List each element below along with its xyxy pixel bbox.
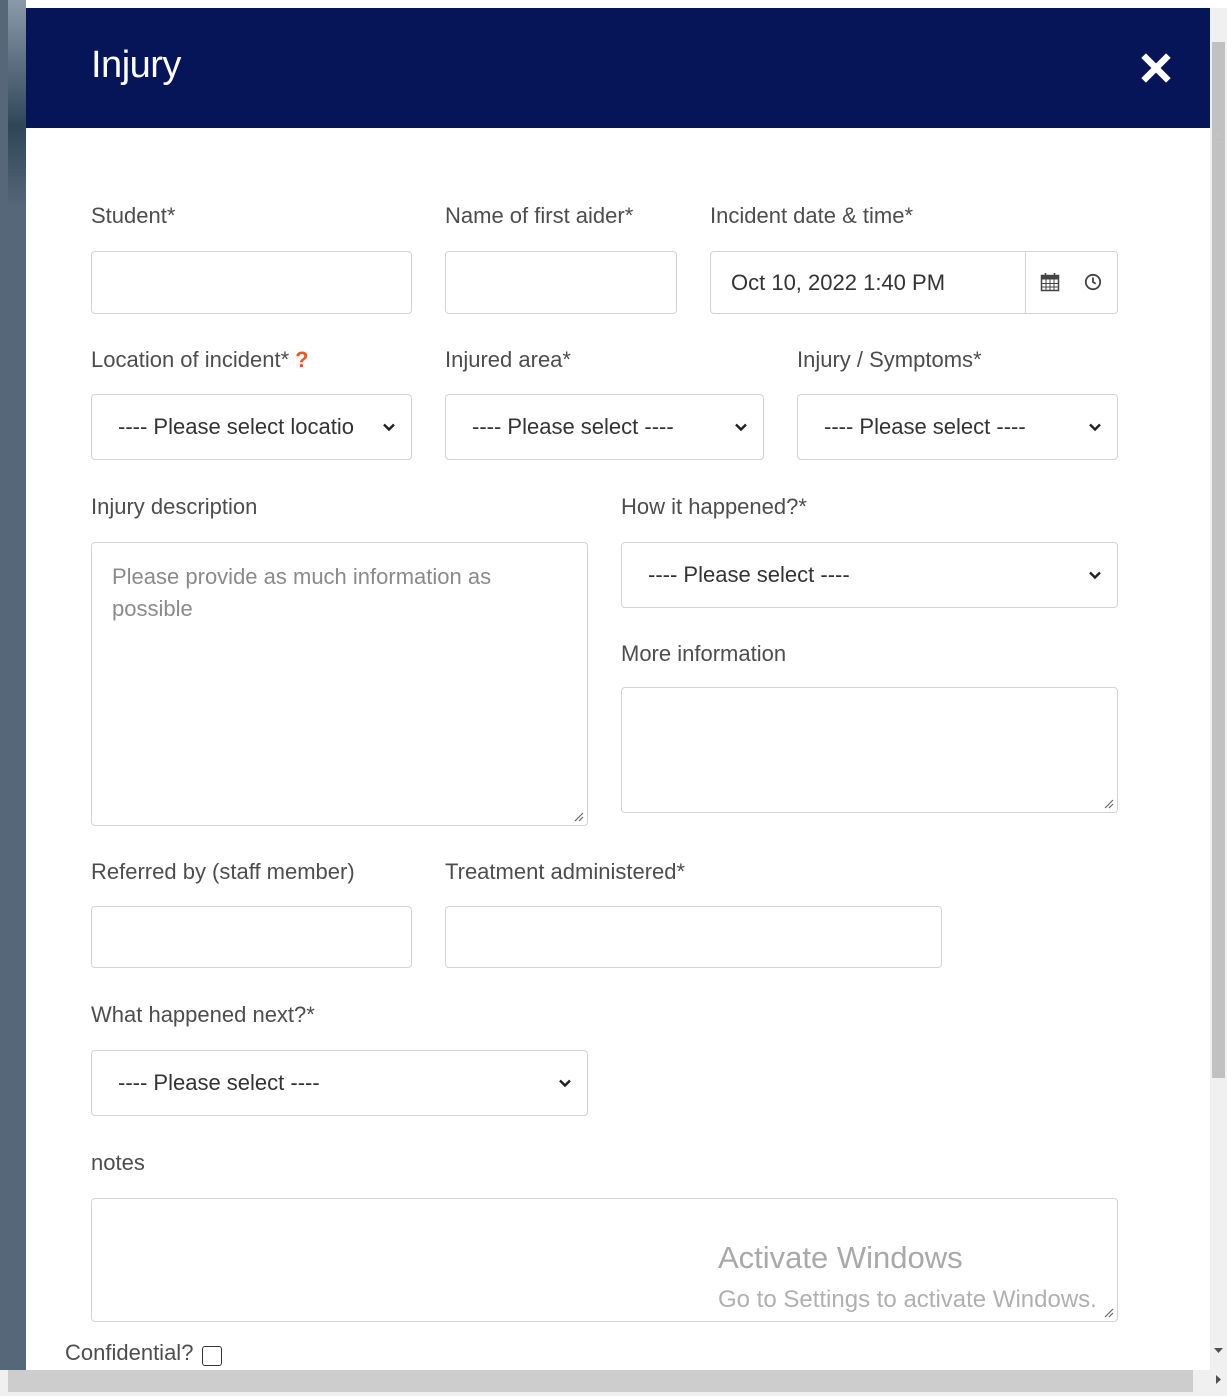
incident-datetime-value: Oct 10, 2022 1:40 PM xyxy=(731,269,946,295)
modal-header: Injury xyxy=(26,8,1210,128)
first-aider-label: Name of first aider* xyxy=(445,203,634,228)
confidential-checkbox[interactable] xyxy=(202,1346,222,1366)
more-information-textarea[interactable] xyxy=(621,687,1118,813)
scrollbar-corner xyxy=(1210,8,1227,30)
chevron-down-icon xyxy=(1089,571,1101,580)
incident-datetime-label: Incident date & time* xyxy=(710,203,914,228)
referred-by-input[interactable] xyxy=(91,906,412,968)
treatment-input[interactable] xyxy=(445,906,942,968)
horizontal-scrollbar-thumb[interactable] xyxy=(8,1370,1193,1392)
how-happened-select[interactable]: ---- Please select ---- xyxy=(621,542,1118,608)
scroll-down-arrow-icon[interactable] xyxy=(1213,1347,1224,1355)
vertical-scrollbar-thumb[interactable] xyxy=(1212,42,1225,1078)
what-happened-next-select[interactable]: ---- Please select ---- xyxy=(91,1050,588,1116)
resize-handle-icon[interactable] xyxy=(1102,797,1114,809)
modal-title: Injury xyxy=(91,44,181,86)
injury-description-textarea[interactable]: Please provide as much information as po… xyxy=(91,542,588,826)
close-icon[interactable] xyxy=(1134,46,1178,90)
student-input[interactable] xyxy=(91,251,412,314)
incident-datetime-input[interactable]: Oct 10, 2022 1:40 PM xyxy=(710,251,1118,314)
symptoms-label: Injury / Symptoms* xyxy=(797,347,982,372)
chevron-down-icon xyxy=(1089,423,1101,432)
location-select[interactable]: ---- Please select locatio xyxy=(91,394,412,460)
resize-handle-icon[interactable] xyxy=(572,810,584,822)
chevron-down-icon xyxy=(559,1079,571,1088)
page-backdrop-shade xyxy=(8,0,26,210)
first-aider-input[interactable] xyxy=(445,251,677,314)
notes-label: notes xyxy=(91,1150,145,1175)
more-information-label: More information xyxy=(621,641,787,666)
what-happened-next-select-value: ---- Please select ---- xyxy=(118,1070,320,1095)
confidential-label: Confidential? xyxy=(65,1340,194,1365)
scroll-right-arrow-icon[interactable] xyxy=(1215,1374,1223,1385)
treatment-label: Treatment administered* xyxy=(445,859,686,884)
student-label: Student* xyxy=(91,203,176,228)
clock-icon[interactable] xyxy=(1084,273,1102,291)
injury-description-label: Injury description xyxy=(91,494,258,519)
how-happened-label: How it happened?* xyxy=(621,494,807,519)
injury-description-placeholder: Please provide as much information as po… xyxy=(112,564,492,621)
chevron-down-icon xyxy=(383,423,395,432)
activate-windows-title: Activate Windows xyxy=(718,1240,963,1275)
location-label: Location of incident*? xyxy=(91,347,309,373)
symptoms-select-value: ---- Please select ---- xyxy=(824,414,1026,439)
chevron-down-icon xyxy=(735,423,747,432)
help-icon[interactable]: ? xyxy=(295,347,308,372)
what-happened-next-label: What happened next?* xyxy=(91,1002,315,1027)
injured-area-label: Injured area* xyxy=(445,347,571,372)
location-select-value: ---- Please select locatio xyxy=(118,414,354,439)
activate-windows-subtitle: Go to Settings to activate Windows. xyxy=(718,1286,1097,1313)
referred-by-label: Referred by (staff member) xyxy=(91,859,355,884)
how-happened-select-value: ---- Please select ---- xyxy=(648,562,850,587)
calendar-icon[interactable] xyxy=(1040,272,1060,292)
symptoms-select[interactable]: ---- Please select ---- xyxy=(797,394,1118,460)
scroll-up-arrow-icon[interactable] xyxy=(1213,130,1224,138)
location-label-text: Location of incident* xyxy=(91,347,290,372)
injured-area-select-value: ---- Please select ---- xyxy=(472,414,674,439)
injured-area-select[interactable]: ---- Please select ---- xyxy=(445,394,764,460)
resize-handle-icon[interactable] xyxy=(1102,1306,1114,1318)
datetime-picker-addon xyxy=(1025,252,1117,313)
